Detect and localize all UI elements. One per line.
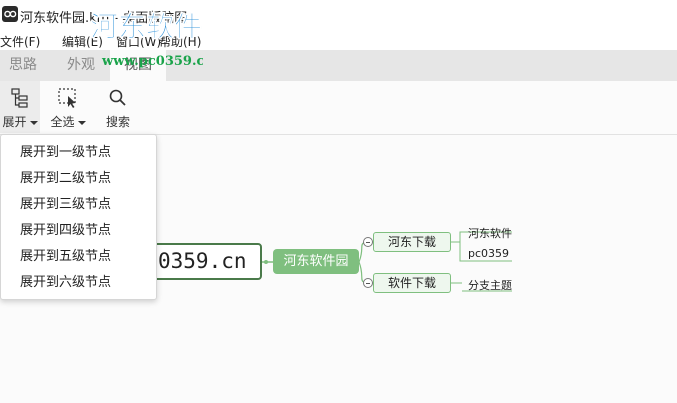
select-all-button[interactable]: 全选 xyxy=(46,81,90,133)
tab-ideas[interactable]: 思路 xyxy=(0,50,46,81)
collapse-toggle-icon[interactable] xyxy=(363,237,373,247)
leaf-topic[interactable]: 河东软件 xyxy=(468,225,512,241)
search-button[interactable]: 搜索 xyxy=(98,81,138,133)
leaf-topic[interactable]: 分支主题 xyxy=(468,277,512,293)
watermark-logo: 河东软件园 www.pc0359.cn xyxy=(90,10,203,68)
magnifier-icon xyxy=(109,89,126,106)
select-area-icon xyxy=(58,88,76,108)
collapse-toggle-icon[interactable] xyxy=(363,278,373,288)
menu-item-expand-level-5[interactable]: 展开到五级节点 xyxy=(1,244,156,270)
menu-file[interactable]: 文件(F) xyxy=(0,33,40,50)
menu-item-expand-level-3[interactable]: 展开到三级节点 xyxy=(1,192,156,218)
leaf-topic[interactable]: pc0359 xyxy=(468,247,509,260)
branch-topic-label: 软件下载 xyxy=(387,276,436,290)
select-all-caret-icon xyxy=(77,120,86,125)
menu-item-expand-level-1[interactable]: 展开到一级节点 xyxy=(1,140,156,166)
expand-button[interactable]: 展开 xyxy=(0,81,40,133)
branch-topic[interactable]: 软件下载 xyxy=(373,273,451,293)
menu-item-expand-level-2[interactable]: 展开到二级节点 xyxy=(1,166,156,192)
expand-tree-icon xyxy=(11,88,28,108)
app-logo-icon xyxy=(2,6,18,22)
branch-topic[interactable]: 河东下载 xyxy=(373,232,451,252)
select-all-label: 全选 xyxy=(50,115,75,129)
menu-item-expand-level-4[interactable]: 展开到四级节点 xyxy=(1,218,156,244)
root-topic-label: 0359.cn xyxy=(158,249,247,273)
svg-text:河东软件园: 河东软件园 xyxy=(90,10,203,43)
expand-level-menu: 展开到一级节点 展开到二级节点 展开到三级节点 展开到四级节点 展开到五级节点 … xyxy=(0,134,157,300)
main-topic[interactable]: 河东软件园 xyxy=(273,249,359,274)
expand-label: 展开 xyxy=(2,115,27,129)
main-topic-label: 河东软件园 xyxy=(283,254,349,269)
menu-item-expand-level-6[interactable]: 展开到六级节点 xyxy=(1,270,156,296)
branch-topic-label: 河东下载 xyxy=(387,235,436,249)
view-ribbon: 展开 全选 搜索 xyxy=(0,81,677,135)
expand-caret-icon xyxy=(29,120,38,125)
search-label: 搜索 xyxy=(105,115,130,129)
svg-text:www.pc0359.cn: www.pc0359.cn xyxy=(101,54,203,68)
